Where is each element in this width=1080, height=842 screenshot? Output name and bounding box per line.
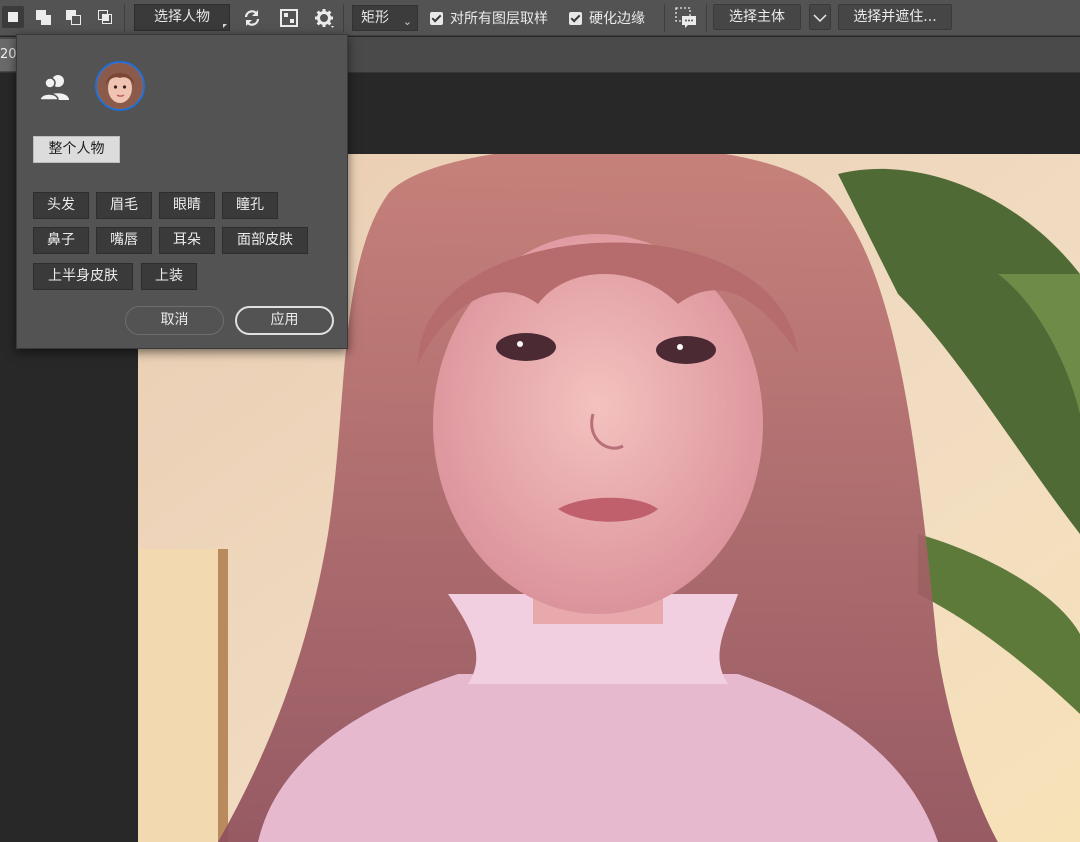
part-nose-button[interactable]: 鼻子 xyxy=(33,227,89,254)
checkbox-checked-icon xyxy=(569,11,582,25)
mode-select[interactable]: 矩形 ⌄ xyxy=(352,5,418,31)
add-to-selection-button[interactable] xyxy=(32,6,54,28)
part-label: 上半身皮肤 xyxy=(48,268,118,284)
select-subject-options-button[interactable] xyxy=(809,4,831,30)
hard-edge-checkbox[interactable]: 硬化边缘 xyxy=(569,8,645,28)
part-label: 上装 xyxy=(155,268,183,284)
select-person-panel: 整个人物 头发 眉毛 眼睛 瞳孔 鼻子 嘴唇 耳朵 面部皮肤 上半身皮肤 上装 … xyxy=(16,34,348,349)
part-label: 耳朵 xyxy=(173,232,201,248)
person-thumbnail-avatar[interactable] xyxy=(95,61,145,111)
checkbox-checked-icon xyxy=(430,11,443,25)
select-subject-button[interactable]: 选择主体 xyxy=(713,4,801,30)
apply-label: 应用 xyxy=(270,312,299,328)
toolbar-divider xyxy=(706,4,707,32)
mode-select-value: 矩形 xyxy=(361,10,389,26)
part-eyes-button[interactable]: 眼睛 xyxy=(159,192,215,219)
part-label: 头发 xyxy=(47,197,75,213)
people-icon[interactable] xyxy=(39,73,71,101)
intersect-selection-button[interactable] xyxy=(94,6,116,28)
refresh-icon xyxy=(244,10,260,26)
gear-icon xyxy=(315,9,334,28)
part-label: 瞳孔 xyxy=(236,197,264,213)
sample-all-layers-checkbox[interactable]: 对所有图层取样 xyxy=(430,8,548,28)
part-ears-button[interactable]: 耳朵 xyxy=(159,227,215,254)
comment-selection-icon xyxy=(675,7,696,28)
new-selection-button[interactable] xyxy=(2,6,24,28)
part-face-skin-button[interactable]: 面部皮肤 xyxy=(222,227,308,254)
dropdown-corner-icon xyxy=(223,24,227,28)
part-upper-body-skin-button[interactable]: 上半身皮肤 xyxy=(33,263,133,290)
chevron-down-icon xyxy=(813,14,827,23)
sample-all-layers-label: 对所有图层取样 xyxy=(450,11,548,27)
part-pupils-button[interactable]: 瞳孔 xyxy=(222,192,278,219)
part-label: 鼻子 xyxy=(47,232,75,248)
options-bar: 选择人物 矩形 ⌄ 对所有图层取样 硬化边缘 选择主体 选择并遮住... xyxy=(0,0,1080,36)
part-label: 面部皮肤 xyxy=(237,232,293,248)
apply-button[interactable]: 应用 xyxy=(235,306,334,335)
feedback-button[interactable] xyxy=(674,6,698,30)
select-and-mask-button[interactable]: 选择并遮住... xyxy=(838,4,952,30)
select-subject-label: 选择主体 xyxy=(729,9,785,25)
part-label: 嘴唇 xyxy=(110,232,138,248)
part-label: 眉毛 xyxy=(110,197,138,213)
select-subject-type-dropdown[interactable]: 选择人物 xyxy=(134,4,230,31)
refresh-button[interactable] xyxy=(240,6,264,30)
toolbar-divider xyxy=(343,4,344,32)
subtract-from-selection-button[interactable] xyxy=(62,6,84,28)
select-subject-type-label: 选择人物 xyxy=(154,9,210,25)
toolbar-divider xyxy=(124,4,125,32)
new-selection-icon xyxy=(8,12,18,22)
part-hair-button[interactable]: 头发 xyxy=(33,192,89,219)
settings-button[interactable] xyxy=(312,6,336,30)
cancel-button[interactable]: 取消 xyxy=(125,306,224,335)
select-and-mask-label: 选择并遮住... xyxy=(853,9,937,25)
toolbar-divider xyxy=(664,4,665,32)
chevron-down-icon: ⌄ xyxy=(402,15,412,28)
cancel-label: 取消 xyxy=(160,312,189,328)
whole-person-button[interactable]: 整个人物 xyxy=(33,136,120,163)
part-label: 眼睛 xyxy=(173,197,201,213)
grid-select-icon xyxy=(280,9,298,27)
hard-edge-label: 硬化边缘 xyxy=(589,11,645,27)
part-top-clothing-button[interactable]: 上装 xyxy=(141,263,197,290)
sample-size-button[interactable] xyxy=(277,6,301,30)
part-eyebrows-button[interactable]: 眉毛 xyxy=(96,192,152,219)
part-lips-button[interactable]: 嘴唇 xyxy=(96,227,152,254)
person-thumbnail-image xyxy=(97,63,143,109)
whole-person-label: 整个人物 xyxy=(48,141,105,157)
